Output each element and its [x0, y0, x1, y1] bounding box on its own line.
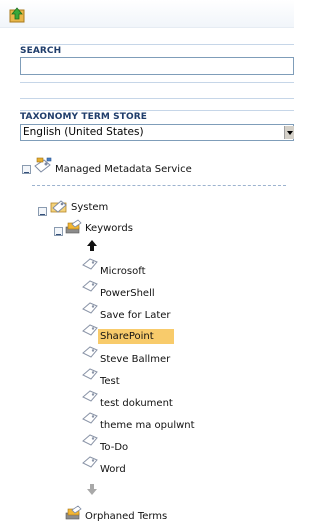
tree-term-label[interactable]: Steve Ballmer: [100, 353, 170, 366]
term-tag-icon: [82, 280, 98, 292]
collapse-system-icon[interactable]: [38, 207, 47, 216]
tree-group-label[interactable]: System: [71, 201, 108, 214]
orphaned-terms-icon: [65, 505, 82, 520]
tree-term-label[interactable]: PowerShell: [100, 287, 155, 300]
search-bottom-divider: [20, 82, 294, 83]
tree-term-label[interactable]: To-Do: [100, 441, 128, 454]
search-divider: [20, 44, 294, 45]
term-tag-icon: [82, 346, 98, 358]
term-store-label: TAXONOMY TERM STORE: [20, 112, 148, 122]
tree-term-label[interactable]: test dokument: [100, 397, 173, 410]
metadata-service-icon: [34, 157, 52, 173]
system-group-icon: [50, 200, 67, 213]
tree-term-selected[interactable]: SharePoint: [98, 329, 174, 344]
tree-term-set-label[interactable]: Keywords: [85, 222, 133, 235]
tree-term-label[interactable]: Test: [100, 375, 120, 388]
term-tag-icon: [82, 434, 98, 446]
tree-term-label[interactable]: Microsoft: [100, 265, 146, 278]
term-tag-icon: [82, 390, 98, 402]
move-down-arrow-icon[interactable]: [87, 484, 97, 495]
tree-term-label[interactable]: Word: [100, 463, 126, 476]
tree-term-label[interactable]: theme ma opulwnt: [100, 419, 195, 432]
collapse-service-icon[interactable]: [22, 165, 31, 174]
search-input[interactable]: [20, 57, 294, 75]
tree-service-label[interactable]: Managed Metadata Service: [55, 163, 192, 176]
tree-orphaned-label[interactable]: Orphaned Terms: [85, 510, 167, 523]
term-set-icon: [65, 219, 82, 234]
tree-separator: [32, 185, 286, 186]
term-tag-icon: [82, 368, 98, 380]
language-select[interactable]: English (United States): [20, 124, 294, 141]
term-tag-icon: [82, 456, 98, 468]
navigate-up-icon[interactable]: [9, 7, 25, 23]
collapse-keywords-icon[interactable]: [54, 227, 63, 236]
move-up-arrow-icon[interactable]: [87, 240, 97, 251]
store-divider: [20, 110, 294, 111]
term-tag-icon: [82, 412, 98, 424]
dropdown-arrow-icon[interactable]: [284, 126, 294, 139]
term-tag-icon: [82, 258, 98, 270]
store-top-divider: [20, 98, 294, 99]
term-tag-icon: [82, 302, 98, 314]
language-select-value: English (United States): [23, 126, 144, 138]
toolbar: [0, 0, 294, 28]
term-tag-icon: [82, 324, 98, 336]
search-label: SEARCH: [20, 46, 62, 56]
tree-term-label[interactable]: Save for Later: [100, 309, 171, 322]
